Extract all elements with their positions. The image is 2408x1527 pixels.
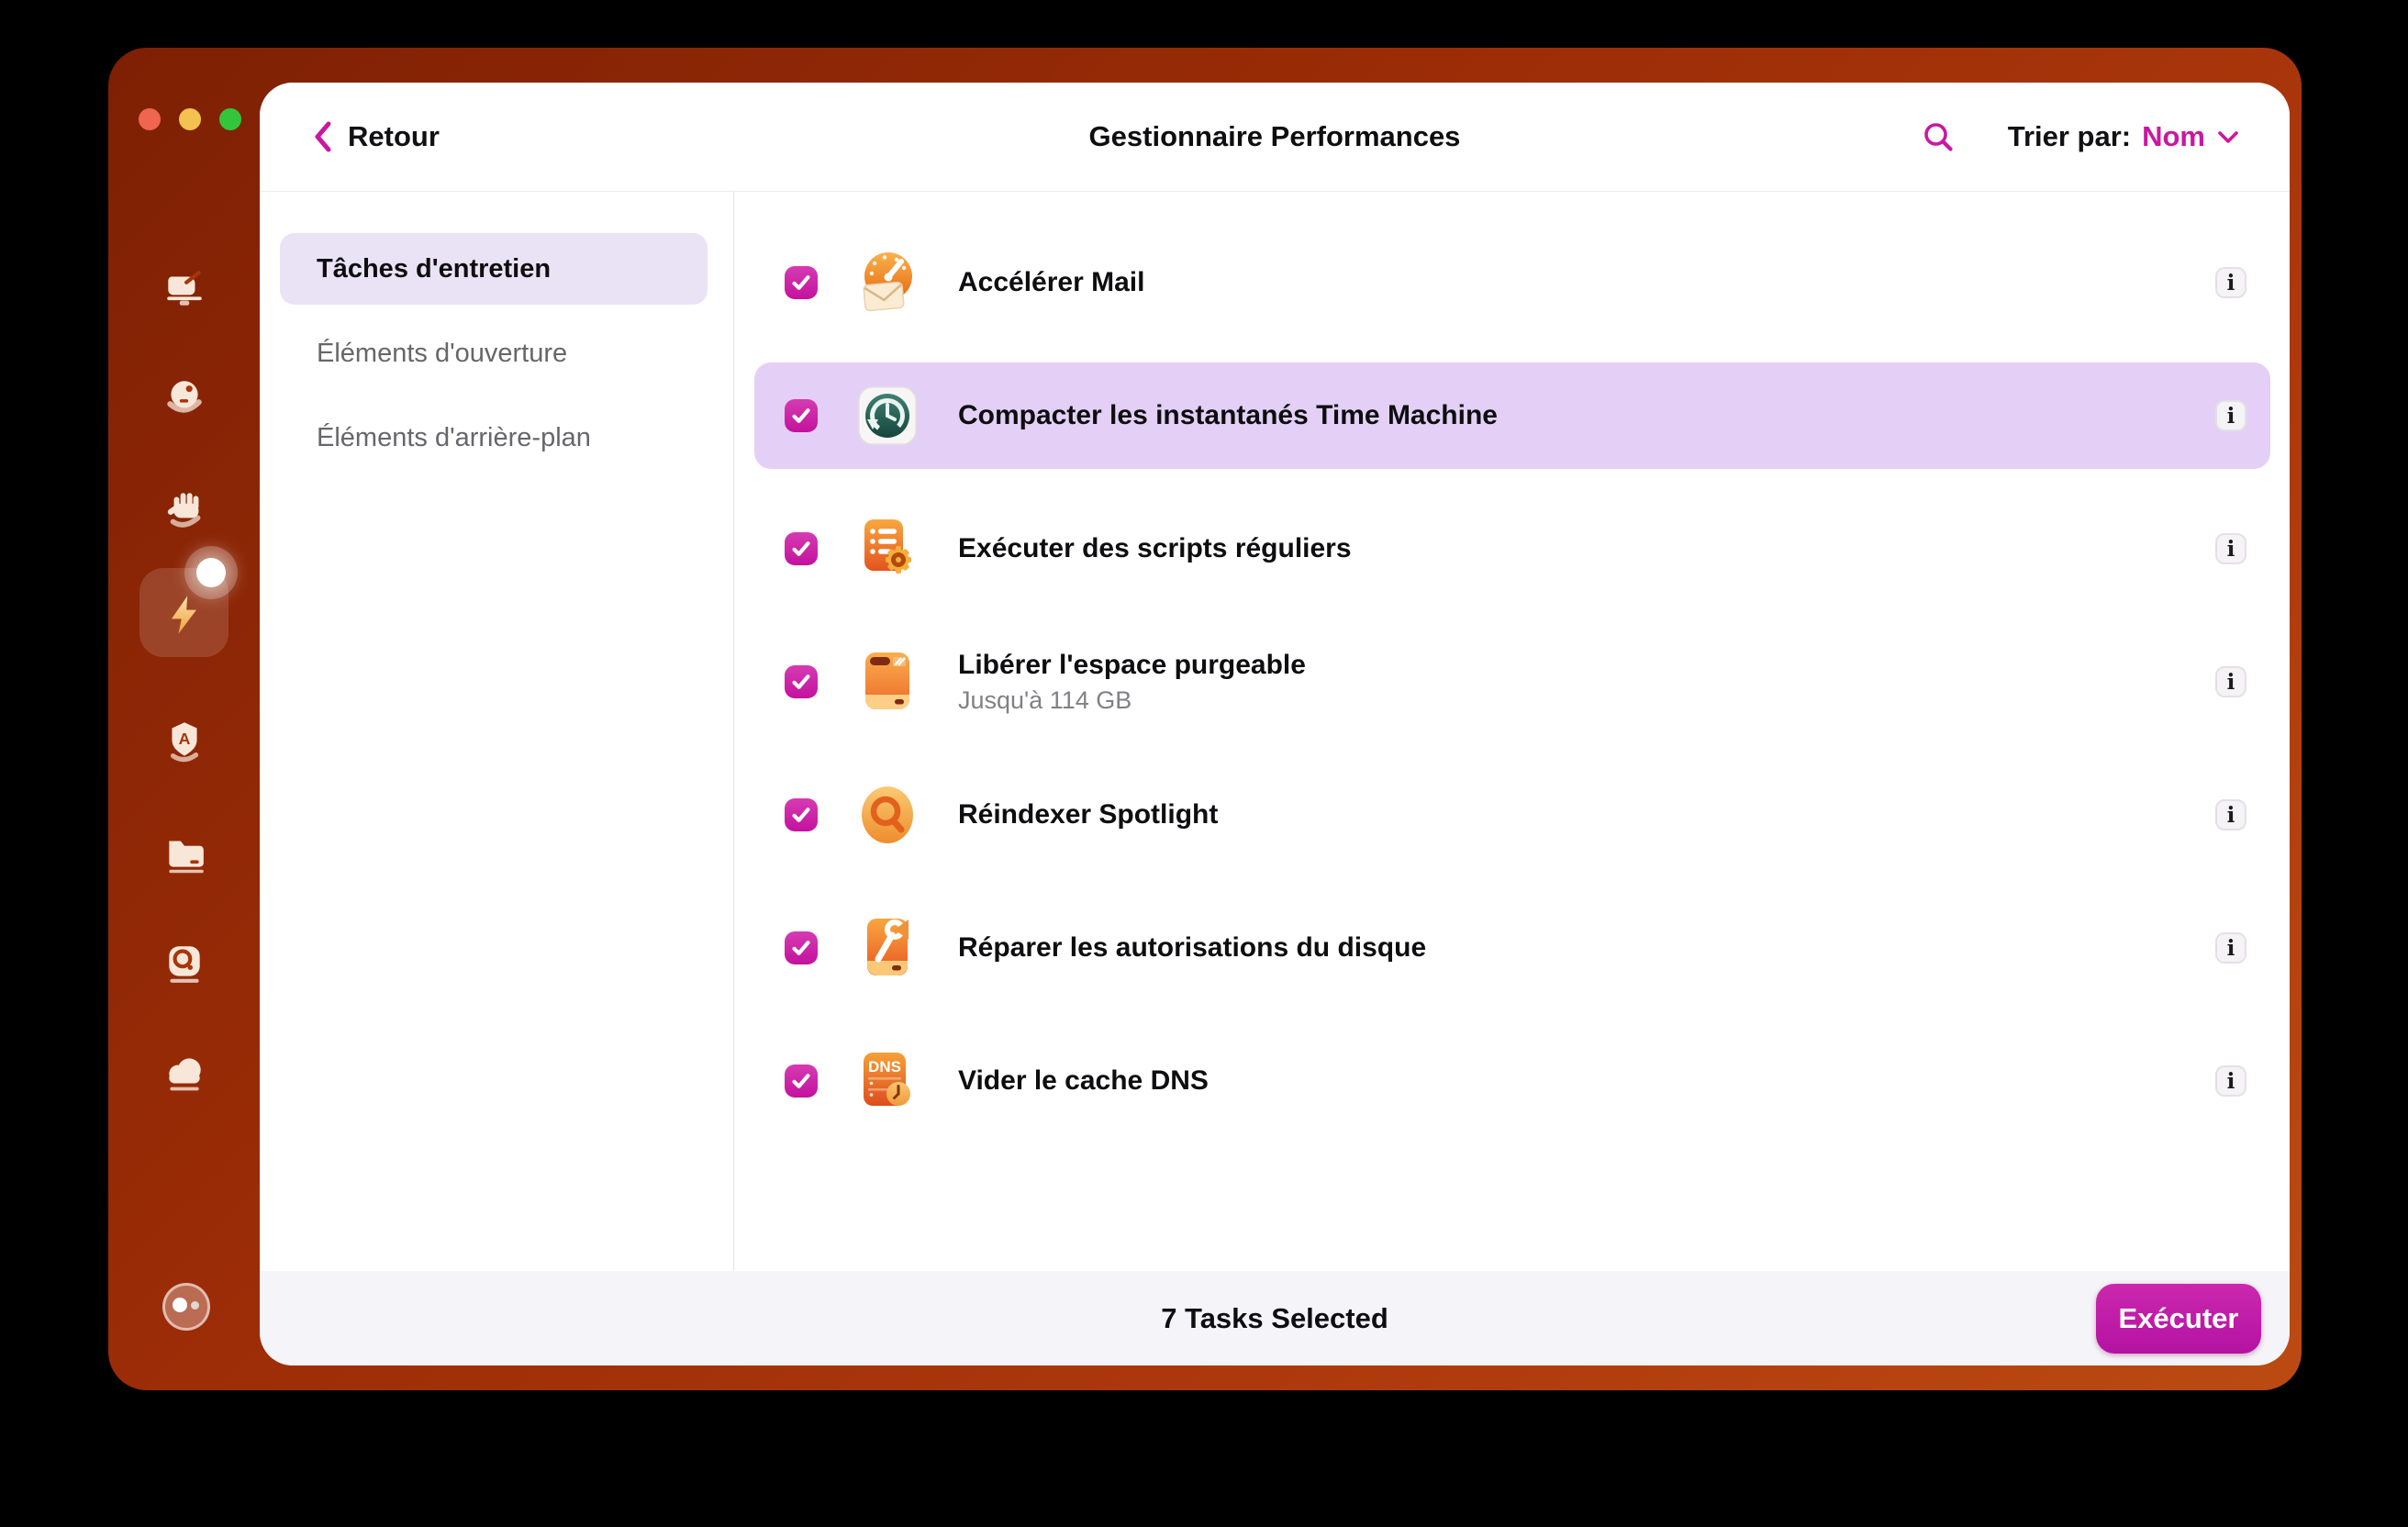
toolbar: Retour Gestionnaire Performances Trier p… — [260, 83, 2290, 192]
screenshot-stage: A — [0, 0, 2408, 1527]
mail-speed-icon — [853, 249, 921, 317]
task-title: Vider le cache DNS — [958, 1065, 1209, 1097]
info-icon[interactable]: i — [2215, 799, 2246, 830]
close-button[interactable] — [139, 108, 161, 130]
task-row[interactable]: Libérer l'espace purgeable Jusqu'à 114 G… — [754, 629, 2270, 735]
folder-icon — [162, 830, 207, 880]
task-row[interactable]: Réparer les autorisations du disque i — [754, 895, 2270, 1001]
lightning-bolt-icon — [161, 591, 208, 643]
task-title: Réindexer Spotlight — [958, 799, 1218, 830]
lens-icon — [162, 940, 207, 990]
window-controls — [139, 108, 241, 130]
chevron-down-icon — [2216, 128, 2240, 145]
shield-a-icon: A — [162, 718, 207, 768]
footer-bar: 7 Tasks Selected Exécuter — [260, 1271, 2290, 1365]
info-icon[interactable]: i — [2215, 1065, 2246, 1097]
checkbox-checked[interactable] — [785, 532, 818, 565]
task-row[interactable]: DNS Vider le cache DNS i — [754, 1028, 2270, 1134]
info-icon[interactable]: i — [2215, 267, 2246, 298]
assistant-dot-large — [173, 1298, 187, 1312]
sidebar-item-speed[interactable] — [108, 591, 260, 643]
svg-text:DNS: DNS — [868, 1058, 901, 1076]
task-row[interactable]: Exécuter des scripts réguliers i — [754, 496, 2270, 602]
disk-permissions-icon — [853, 914, 921, 982]
info-icon[interactable]: i — [2215, 533, 2246, 564]
task-title: Libérer l'espace purgeable — [958, 650, 1306, 681]
sidebar-item-files[interactable] — [108, 830, 260, 880]
checkbox-checked[interactable] — [785, 798, 818, 831]
cloud-icon — [162, 1050, 207, 1100]
cleanup-icon — [162, 264, 207, 315]
purgeable-space-icon — [853, 648, 921, 716]
sidebar-item-storage-cloud[interactable] — [108, 1050, 260, 1100]
run-button[interactable]: Exécuter — [2096, 1284, 2261, 1354]
nav-item-maintenance-tasks[interactable]: Tâches d'entretien — [280, 233, 708, 305]
svg-text:A: A — [178, 730, 190, 748]
info-icon[interactable]: i — [2215, 400, 2246, 431]
sort-dropdown[interactable]: Trier par: Nom — [2008, 120, 2240, 153]
checkbox-checked[interactable] — [785, 266, 818, 299]
hand-icon — [162, 486, 207, 537]
assistant-dot-small — [191, 1301, 199, 1310]
task-title: Réparer les autorisations du disque — [958, 932, 1426, 964]
checkbox-checked[interactable] — [785, 665, 818, 698]
sidebar-item-cleanup[interactable] — [108, 264, 260, 315]
dns-cache-icon: DNS — [853, 1047, 921, 1115]
task-row[interactable]: Réindexer Spotlight i — [754, 762, 2270, 868]
task-title: Exécuter des scripts réguliers — [958, 533, 1352, 564]
sort-label: Trier par: — [2008, 120, 2131, 153]
task-title: Compacter les instantanés Time Machine — [958, 400, 1498, 431]
main-panel: Retour Gestionnaire Performances Trier p… — [260, 83, 2290, 1365]
nav-item-background-items[interactable]: Éléments d'arrière-plan — [280, 402, 708, 474]
assistant-icon[interactable] — [162, 1283, 210, 1331]
minimize-button[interactable] — [179, 108, 201, 130]
sidebar-active-glow-dot — [196, 558, 226, 587]
section-nav: Tâches d'entretien Éléments d'ouverture … — [260, 192, 734, 1271]
sort-value: Nom — [2142, 120, 2205, 153]
info-icon[interactable]: i — [2215, 932, 2246, 964]
task-subtitle: Jusqu'à 114 GB — [958, 686, 1306, 715]
selection-status: 7 Tasks Selected — [1161, 1302, 1388, 1335]
search-icon[interactable] — [1922, 120, 1955, 153]
sidebar-item-privacy[interactable] — [108, 486, 260, 537]
info-icon[interactable]: i — [2215, 666, 2246, 697]
checkbox-checked[interactable] — [785, 1064, 818, 1098]
zoom-button[interactable] — [219, 108, 241, 130]
sidebar-item-space-lens[interactable] — [108, 940, 260, 990]
scripts-icon — [853, 515, 921, 583]
task-list: Accélérer Mail i — [734, 192, 2290, 1271]
spotlight-icon — [853, 781, 921, 849]
time-machine-icon — [853, 382, 921, 450]
task-title: Accélérer Mail — [958, 267, 1144, 298]
task-row[interactable]: Compacter les instantanés Time Machine i — [754, 362, 2270, 469]
checkbox-checked[interactable] — [785, 399, 818, 432]
app-window: A — [108, 48, 2302, 1390]
protection-icon — [162, 374, 207, 425]
checkbox-checked[interactable] — [785, 931, 818, 964]
sidebar-item-protection[interactable] — [108, 374, 260, 425]
sidebar-item-applications[interactable]: A — [108, 718, 260, 768]
task-row[interactable]: Accélérer Mail i — [754, 229, 2270, 336]
nav-item-login-items[interactable]: Éléments d'ouverture — [280, 318, 708, 389]
